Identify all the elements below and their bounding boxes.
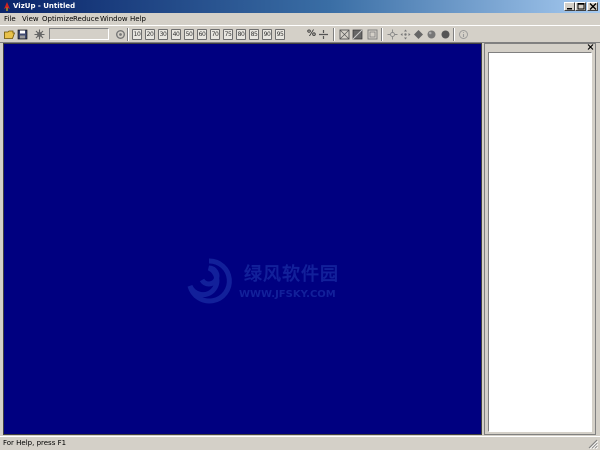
shaded-icon[interactable] [352, 29, 363, 40]
status-text: For Help, press F1 [3, 439, 67, 447]
reduce-70-button[interactable]: 70 [210, 29, 220, 40]
reduce-10-button[interactable]: 10 [132, 29, 142, 40]
menu-optimize[interactable]: Optimize [42, 15, 73, 24]
side-panel-header [485, 44, 595, 51]
panel-close-icon[interactable] [587, 44, 594, 50]
reduce-50-button[interactable]: 50 [184, 29, 194, 40]
settings-icon[interactable] [34, 29, 45, 40]
wireframe-icon[interactable] [339, 29, 350, 40]
save-icon[interactable] [17, 29, 28, 40]
maximize-icon [577, 3, 585, 10]
viewport-canvas[interactable]: 绿风软件园 WWW.JFSKY.COM [3, 43, 482, 435]
minimize-icon [567, 8, 572, 10]
reduce-30-button[interactable]: 30 [158, 29, 168, 40]
resize-grip-icon[interactable] [588, 439, 598, 449]
app-icon [4, 2, 10, 11]
move-icon[interactable] [400, 29, 411, 40]
status-bar: For Help, press F1 [0, 436, 600, 450]
toolbar-separator [453, 28, 455, 41]
split-icon[interactable] [318, 29, 329, 40]
menu-reduce[interactable]: Reduce [73, 15, 99, 24]
menu-view[interactable]: View [22, 15, 39, 24]
toolbar: 10 20 30 40 50 60 70 75 80 85 90 95 % [0, 25, 600, 43]
minimize-button[interactable] [564, 2, 575, 11]
reduce-40-button[interactable]: 40 [171, 29, 181, 40]
watermark-chinese-text: 绿风软件园 [244, 264, 339, 285]
watermark-url-text: WWW.JFSKY.COM [239, 289, 336, 300]
toolbar-separator [381, 28, 383, 41]
open-folder-icon[interactable] [4, 29, 15, 40]
window-title: VizUp - Untitled [13, 2, 76, 10]
texture-icon[interactable] [367, 29, 378, 40]
reduce-85-button[interactable]: 85 [249, 29, 259, 40]
solid-sphere-icon[interactable] [440, 29, 451, 40]
info-icon[interactable] [458, 29, 469, 40]
side-panel [484, 43, 596, 435]
reduce-95-button[interactable]: 95 [275, 29, 285, 40]
pan-icon[interactable] [387, 29, 398, 40]
toolbar-separator [333, 28, 335, 41]
reduce-90-button[interactable]: 90 [262, 29, 272, 40]
refresh-icon[interactable] [115, 29, 126, 40]
watermark-logo-icon [187, 258, 232, 304]
percent-icon[interactable]: % [306, 28, 317, 40]
menu-file[interactable]: File [4, 15, 16, 24]
maximize-button[interactable] [575, 2, 586, 11]
sphere-icon[interactable] [426, 29, 437, 40]
title-bar[interactable]: VizUp - Untitled [0, 0, 600, 13]
diamond-icon[interactable] [413, 29, 424, 40]
reduce-75-button[interactable]: 75 [223, 29, 233, 40]
reduce-20-button[interactable]: 20 [145, 29, 155, 40]
toolbar-separator [127, 28, 129, 41]
reduce-60-button[interactable]: 60 [197, 29, 207, 40]
menu-window[interactable]: Window [100, 15, 128, 24]
watermark: 绿风软件园 WWW.JFSKY.COM [184, 256, 404, 316]
close-button[interactable] [587, 2, 598, 11]
reduce-80-button[interactable]: 80 [236, 29, 246, 40]
reduction-input[interactable] [49, 28, 109, 40]
menu-bar: File View Optimize Reduce Window Help [0, 13, 600, 25]
side-panel-content[interactable] [488, 52, 592, 432]
menu-help[interactable]: Help [130, 15, 146, 24]
app-window: VizUp - Untitled File View Optimize Redu… [0, 0, 600, 450]
close-icon [589, 3, 597, 10]
